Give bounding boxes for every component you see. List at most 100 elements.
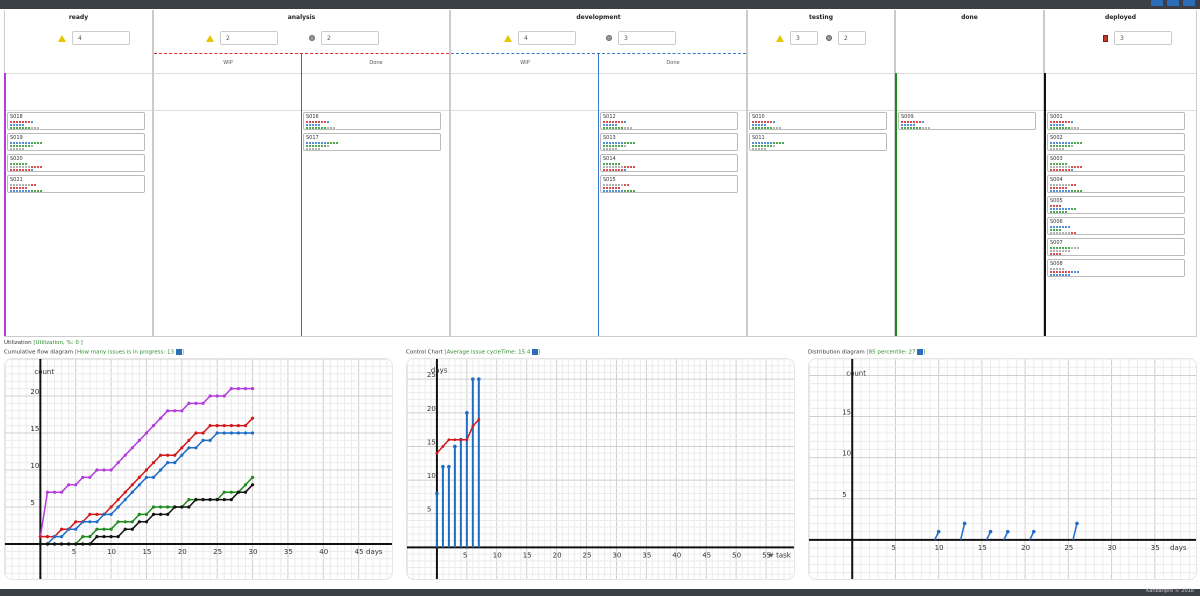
progress-dot <box>609 121 611 123</box>
progress-dot <box>1080 166 1082 168</box>
limit-input[interactable]: 4 <box>72 31 130 45</box>
limit-input[interactable]: 2 <box>838 31 866 45</box>
progress-dot <box>22 187 24 189</box>
progress-dot <box>603 124 605 126</box>
task-card[interactable]: S016 <box>303 112 441 130</box>
progress-dot <box>324 142 326 144</box>
nav-button-2[interactable] <box>1167 0 1179 6</box>
task-card[interactable]: S002 <box>1047 133 1185 151</box>
progress-dot <box>1059 208 1061 210</box>
data-point <box>229 431 233 435</box>
data-point <box>95 512 99 516</box>
progress-dot <box>624 121 626 123</box>
task-card[interactable]: S005 <box>1047 196 1185 214</box>
progress-dot <box>1059 145 1061 147</box>
row-divider <box>896 73 1043 74</box>
task-card[interactable]: S013 <box>600 133 738 151</box>
task-card[interactable]: S012 <box>600 112 738 130</box>
progress-dot <box>1053 208 1055 210</box>
progress-dot <box>315 124 317 126</box>
task-card[interactable]: S001 <box>1047 112 1185 130</box>
task-card[interactable]: S015 <box>600 175 738 193</box>
progress-dot <box>773 127 775 129</box>
progress-dot <box>618 142 620 144</box>
data-point <box>123 453 127 457</box>
task-card[interactable]: S020 <box>7 154 145 172</box>
task-card[interactable]: S014 <box>600 154 738 172</box>
progress-dot <box>606 163 608 165</box>
task-id: S017 <box>306 135 319 141</box>
progress-dot <box>764 127 766 129</box>
task-id: S010 <box>752 114 765 120</box>
progress-dot <box>1056 226 1058 228</box>
progress-dot <box>1053 184 1055 186</box>
task-card[interactable]: S008 <box>1047 259 1185 277</box>
data-point <box>215 394 219 398</box>
task-card[interactable]: S003 <box>1047 154 1185 172</box>
limit-input[interactable]: 3 <box>618 31 676 45</box>
footer: Kanbanpro © 2018 <box>0 588 1200 596</box>
progress-dot <box>621 145 623 147</box>
column-ready: ready 4 <box>4 10 153 337</box>
distribution-chart: 5 10 15 20 25 30 35 5 10 15 days count <box>808 358 1197 580</box>
task-card[interactable]: S006 <box>1047 217 1185 235</box>
task-progress-dots <box>1050 127 1079 130</box>
progress-dot <box>615 121 617 123</box>
x-axis-label: days <box>1170 544 1187 552</box>
progress-dot <box>609 184 611 186</box>
progress-dot <box>603 145 605 147</box>
bar-point <box>1006 529 1010 534</box>
task-card[interactable]: S011 <box>749 133 887 151</box>
task-card[interactable]: S019 <box>7 133 145 151</box>
x-tick-label: 20 <box>1021 544 1030 552</box>
data-point <box>151 512 156 516</box>
task-card[interactable]: S010 <box>749 112 887 130</box>
progress-dot <box>16 145 18 147</box>
data-point <box>180 446 184 450</box>
progress-dot <box>31 184 33 186</box>
progress-dot <box>1053 148 1055 150</box>
done-marker <box>895 73 897 336</box>
task-card[interactable]: S004 <box>1047 175 1185 193</box>
data-point <box>144 475 149 479</box>
data-point <box>250 387 255 391</box>
progress-dot <box>624 190 626 192</box>
nav-button-3[interactable] <box>1183 0 1195 6</box>
data-point <box>208 394 212 398</box>
data-point <box>95 520 99 524</box>
row-divider <box>1045 110 1196 111</box>
y-axis-label: days <box>431 366 448 374</box>
task-card[interactable]: S007 <box>1047 238 1185 256</box>
limit-input[interactable]: 3 <box>1114 31 1172 45</box>
y-tick-label: 5 <box>30 499 34 507</box>
limit-input[interactable]: 2 <box>220 31 278 45</box>
x-tick-label: 5 <box>891 544 895 552</box>
progress-dot <box>324 127 326 129</box>
task-card[interactable]: S018 <box>7 112 145 130</box>
limit-input[interactable]: 4 <box>518 31 576 45</box>
limit-input[interactable]: 2 <box>321 31 379 45</box>
progress-dot <box>321 142 323 144</box>
progress-dot <box>606 166 608 168</box>
progress-dot <box>758 121 760 123</box>
nav-button-1[interactable] <box>1151 0 1163 6</box>
progress-dot <box>1071 121 1073 123</box>
task-card[interactable]: S021 <box>7 175 145 193</box>
progress-dot <box>770 121 772 123</box>
progress-dot <box>16 166 18 168</box>
task-card[interactable]: S009 <box>898 112 1036 130</box>
progress-dot <box>618 121 620 123</box>
data-point <box>102 527 106 531</box>
progress-dot <box>28 121 30 123</box>
progress-dot <box>1074 142 1076 144</box>
task-card[interactable]: S017 <box>303 133 441 151</box>
progress-dot <box>1053 211 1055 213</box>
progress-dot <box>1062 211 1064 213</box>
y-tick-label: 10 <box>427 472 436 480</box>
progress-dot <box>1065 127 1067 129</box>
data-point <box>173 409 177 413</box>
limit-group: 4 <box>504 31 576 45</box>
progress-dot <box>603 184 605 186</box>
limit-input[interactable]: 3 <box>790 31 818 45</box>
data-point <box>236 490 240 494</box>
